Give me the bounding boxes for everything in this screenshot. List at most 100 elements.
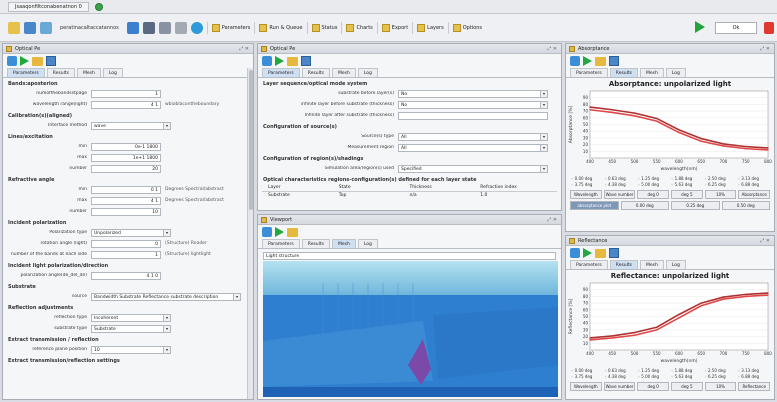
legend-item[interactable]: ◦ 5.00 deg	[638, 374, 669, 379]
tab-parameters[interactable]: Parameters	[570, 68, 608, 77]
image-icon[interactable]	[609, 56, 619, 66]
tab-mesh[interactable]: Mesh	[640, 68, 664, 77]
field-select[interactable]: Specified ▾	[398, 164, 548, 173]
legend-item[interactable]: ◦ 6.88 deg	[738, 374, 769, 379]
image-icon[interactable]	[301, 56, 311, 66]
scrollbar[interactable]	[247, 68, 253, 399]
stop-icon[interactable]	[764, 22, 774, 34]
chart-option-button[interactable]: 10%	[704, 382, 737, 391]
toolbar-button[interactable]: Parameters	[206, 21, 255, 34]
chart-option-button[interactable]: Reflectance	[738, 382, 771, 391]
toolbar-button[interactable]: Export	[376, 21, 412, 34]
chart-option-button[interactable]: deg 5	[671, 382, 703, 391]
play-icon[interactable]	[275, 227, 284, 237]
chart-option-button[interactable]: deg 0	[637, 382, 670, 391]
settings-icon[interactable]	[262, 56, 272, 66]
legend-item[interactable]: ◦ 3.75 deg	[571, 374, 602, 379]
settings-icon[interactable]	[7, 56, 17, 66]
field-select[interactable]: All ▾	[398, 143, 548, 152]
legend-item[interactable]: ◦ 2.50 deg	[704, 368, 735, 373]
field-select[interactable]: 10 ▾	[91, 345, 171, 354]
legend-item[interactable]: ◦ 3.13 deg	[738, 176, 769, 181]
chart-icon[interactable]	[158, 21, 171, 34]
legend-item[interactable]: ◦ 5.63 deg	[671, 374, 702, 379]
legend-item[interactable]: ◦ 0.00 deg	[571, 176, 602, 181]
legend-item[interactable]: ◦ 0.63 deg	[604, 368, 635, 373]
chart-option-button[interactable]: 0.25 deg	[671, 201, 720, 210]
reflectance-chart[interactable]: 90 80 7060 50 4030 20 10 400 450 500 550 600 650 700 7…	[566, 280, 774, 364]
chart-option-button[interactable]: Wave number	[603, 190, 636, 199]
tab-results[interactable]: Results	[609, 260, 639, 269]
field-input[interactable]: 0e-1 1800	[91, 142, 161, 151]
field-select[interactable]: wave ▾	[91, 121, 171, 130]
tab-parameters[interactable]: Parameters	[7, 68, 45, 77]
tab-parameters[interactable]: Parameters	[262, 239, 300, 248]
settings-icon[interactable]	[570, 248, 580, 258]
legend-item[interactable]: ◦ 0.00 deg	[571, 368, 602, 373]
toolbar-button[interactable]: Status	[306, 21, 342, 34]
chart-option-button[interactable]: deg 5	[671, 190, 703, 199]
field-select[interactable]: No ▾	[398, 100, 548, 109]
legend-item[interactable]: ◦ 6.25 deg	[704, 374, 735, 379]
legend-item[interactable]: ◦ 0.63 deg	[604, 176, 635, 181]
image-icon[interactable]	[609, 248, 619, 258]
refresh-icon[interactable]	[94, 2, 103, 11]
legend-item[interactable]: ◦ 1.88 deg	[671, 368, 702, 373]
play-icon[interactable]	[275, 56, 284, 66]
legend-item[interactable]: ◦ 3.75 deg	[571, 182, 602, 187]
legend-item[interactable]: ◦ 1.25 deg	[638, 368, 669, 373]
chart-option-button[interactable]: Absorptance	[738, 190, 771, 199]
folder-icon[interactable]	[32, 56, 43, 66]
run-status-field[interactable]: Ok	[715, 22, 757, 34]
tab-log[interactable]: Log	[665, 68, 686, 77]
open-folder-icon[interactable]	[8, 21, 20, 34]
field-select[interactable]: No ▾	[398, 89, 548, 98]
tab-log[interactable]: Log	[357, 239, 378, 248]
chart-option-button[interactable]: absorptance plot	[570, 201, 619, 210]
tab-results[interactable]: Results	[609, 68, 639, 77]
chart-option-button[interactable]: deg 0	[637, 190, 670, 199]
panel-close-icon[interactable]: ⤢ ✕	[547, 46, 557, 52]
toolbar-button[interactable]: Options	[447, 21, 486, 34]
run-icon[interactable]	[695, 21, 705, 33]
table-icon[interactable]	[142, 21, 155, 34]
tab-log[interactable]: Log	[357, 68, 378, 77]
field-input[interactable]: 1	[91, 89, 161, 98]
folder-icon[interactable]	[287, 227, 298, 237]
save-as-icon[interactable]	[40, 21, 52, 34]
field-select[interactable]: All ▾	[398, 132, 548, 141]
image-icon[interactable]	[46, 56, 56, 66]
folder-icon[interactable]	[595, 248, 606, 258]
help-icon[interactable]	[190, 21, 203, 34]
field-input[interactable]: 4 1 0	[91, 271, 161, 280]
chart-option-button[interactable]: Wave number	[603, 382, 636, 391]
settings-icon[interactable]	[570, 56, 580, 66]
tab-results[interactable]: Results	[46, 68, 76, 77]
settings-icon[interactable]	[262, 227, 272, 237]
field-input[interactable]: 4 1	[91, 100, 161, 109]
field-input[interactable]: 10	[91, 207, 161, 216]
field-input[interactable]: 0 1	[91, 185, 161, 194]
table-row[interactable]: Substrate Top n/a 1.0	[262, 192, 557, 199]
document-tab[interactable]: Jsaaqonfiltconabenatnon 0	[8, 1, 89, 12]
field-select[interactable]: Incoherent ▾	[91, 313, 171, 322]
field-input[interactable]: 0	[91, 239, 161, 248]
folder-icon[interactable]	[287, 56, 298, 66]
panel-close-icon[interactable]: ⤢ ✕	[760, 238, 770, 244]
legend-item[interactable]: ◦ 3.13 deg	[738, 368, 769, 373]
chart-option-button[interactable]: 0.00 deg	[620, 201, 669, 210]
field-select[interactable]: Unpolarized ▾	[91, 228, 171, 237]
chart-option-button[interactable]: Wavelength	[570, 190, 602, 199]
field-input[interactable]: 1e+1 1800	[91, 153, 161, 162]
legend-item[interactable]: ◦ 5.00 deg	[638, 182, 669, 187]
legend-item[interactable]: ◦ 6.88 deg	[738, 182, 769, 187]
play-icon[interactable]	[20, 56, 29, 66]
tab-results[interactable]: Results	[301, 239, 331, 248]
ruler-icon[interactable]	[174, 21, 187, 34]
legend-item[interactable]: ◦ 4.38 deg	[604, 374, 635, 379]
tab-log[interactable]: Log	[665, 260, 686, 269]
toolbar-button[interactable]: Layers	[412, 21, 448, 34]
chart-option-button[interactable]: 0.50 deg	[721, 201, 770, 210]
tab-mesh[interactable]: Mesh	[332, 239, 356, 248]
legend-item[interactable]: ◦ 4.38 deg	[604, 182, 635, 187]
